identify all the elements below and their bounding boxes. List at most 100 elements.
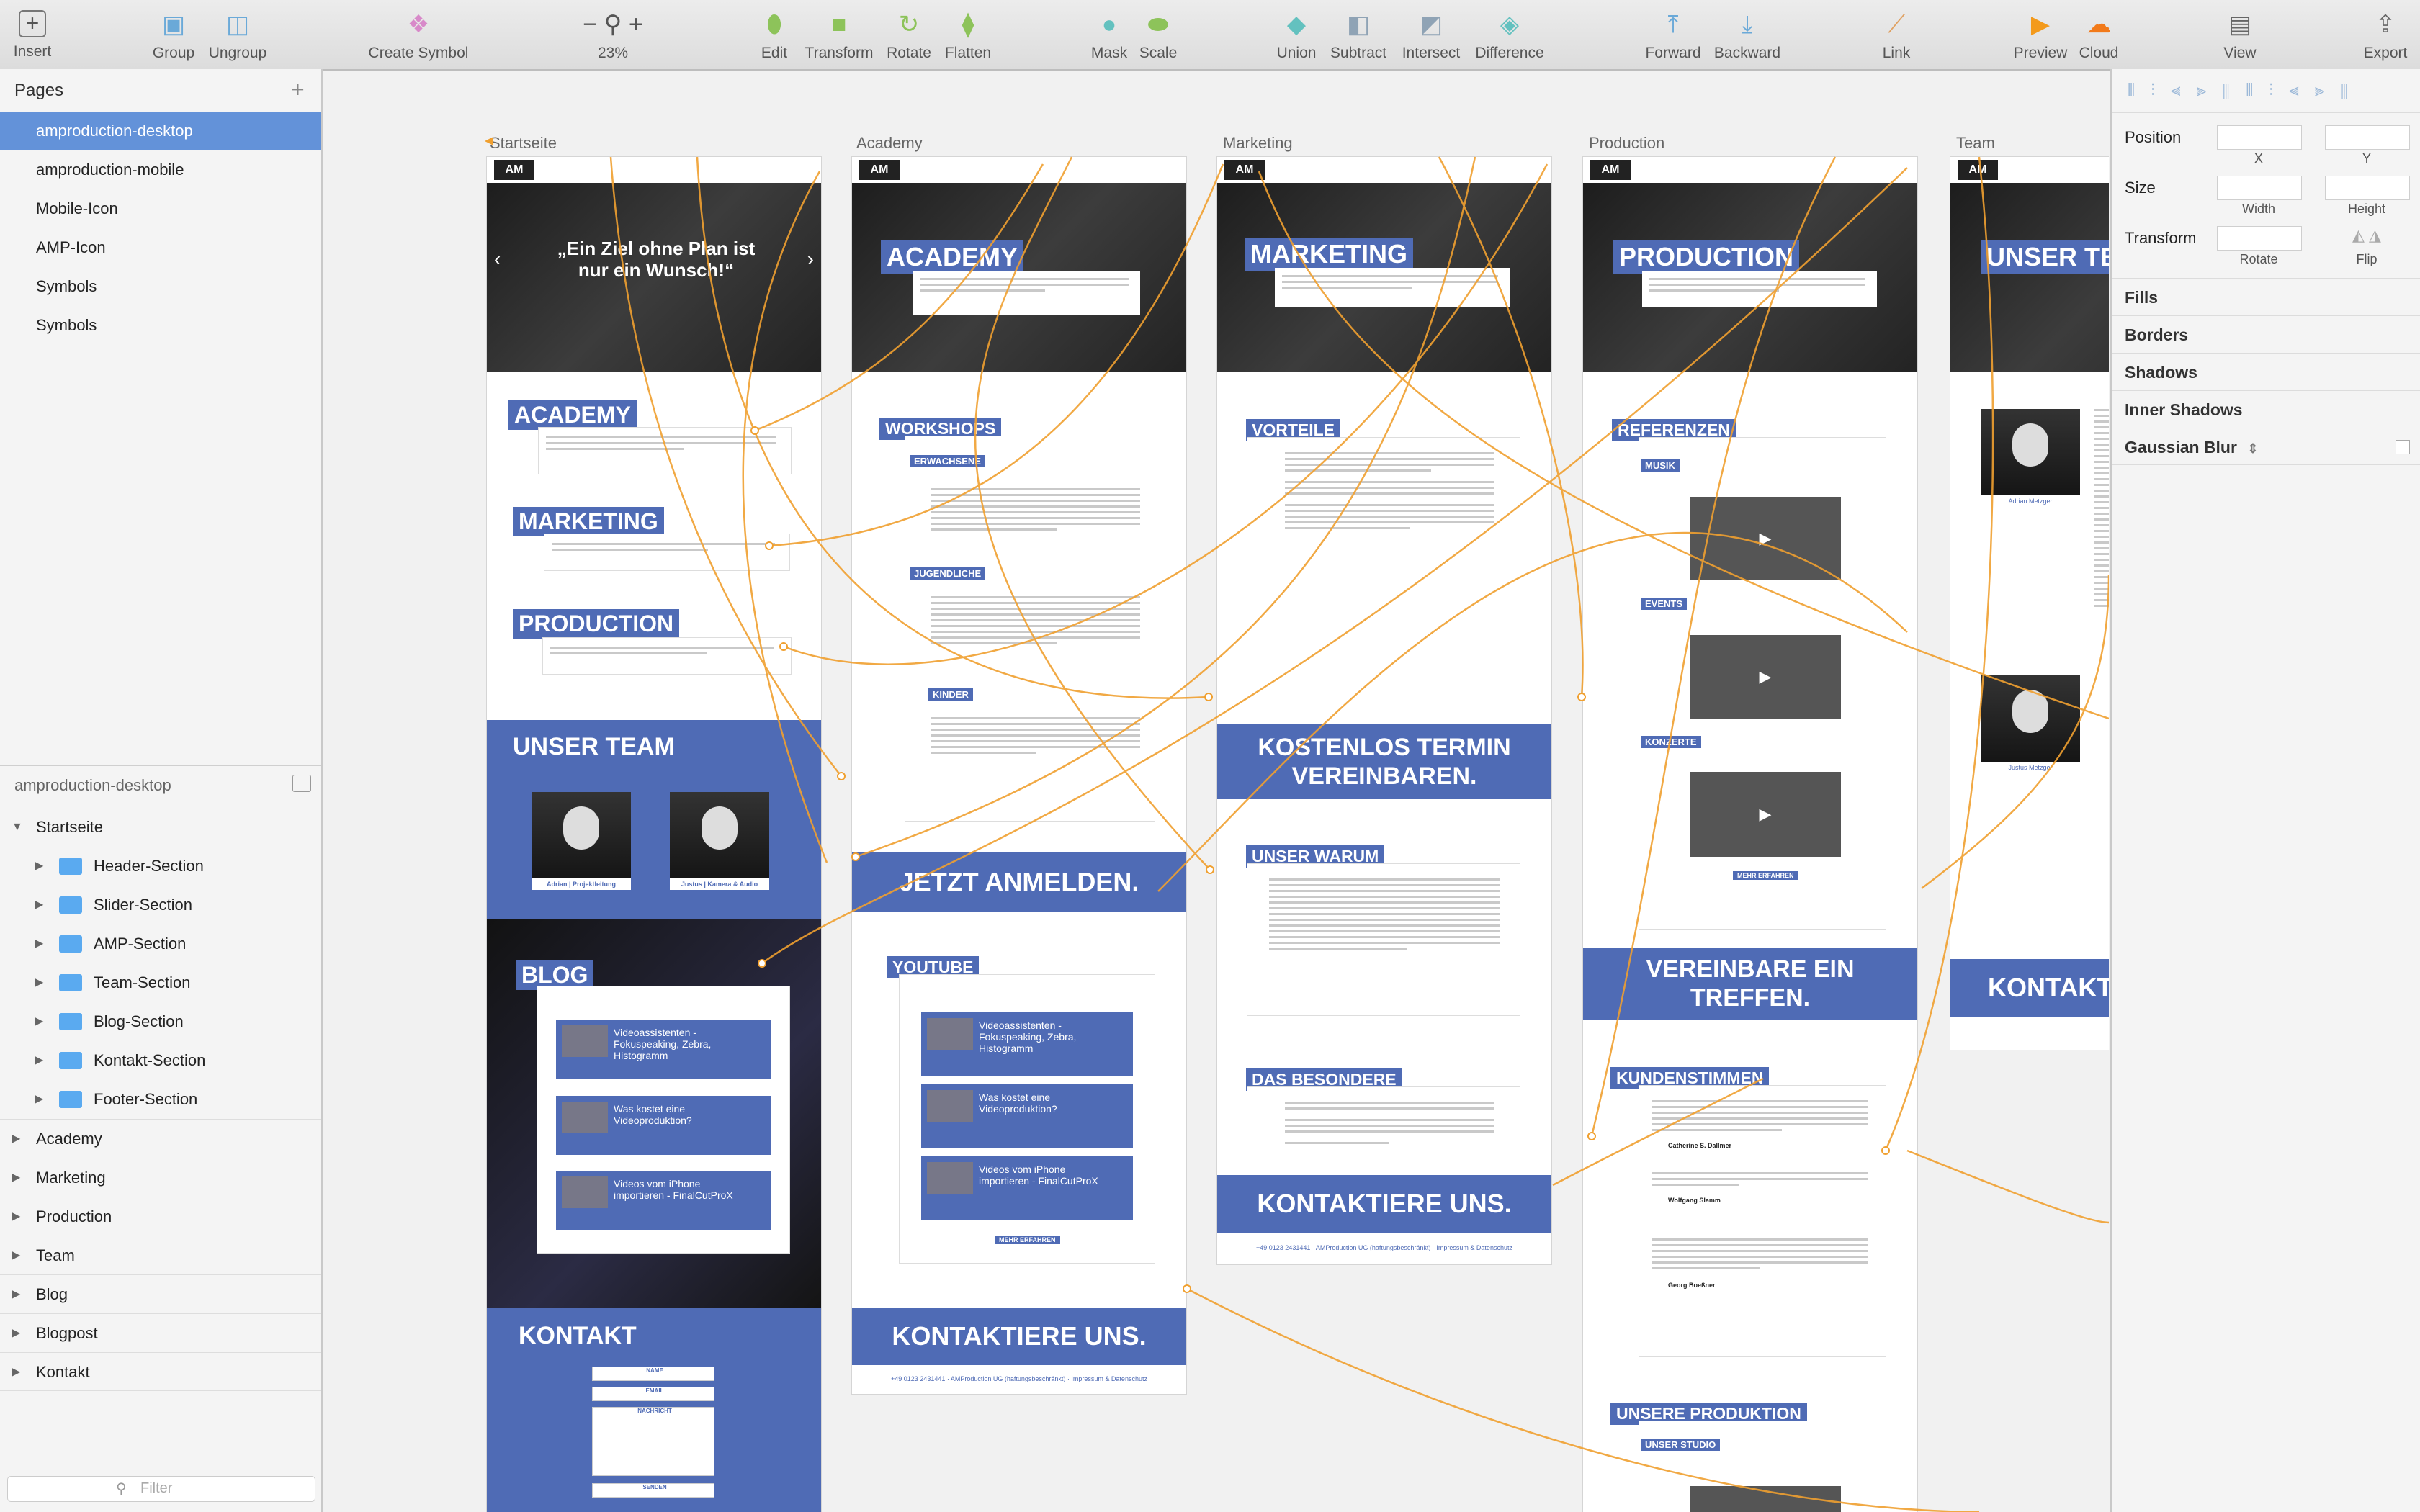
flatten-button[interactable]: ⧫ Flatten bbox=[914, 10, 1022, 62]
alignment-bar: ⫴⫶⫷⫸⫵⫴⫶⫷⫸⫵ bbox=[2112, 69, 2420, 113]
pages-header: Pages bbox=[14, 81, 64, 100]
divider bbox=[0, 765, 321, 766]
disclosure-closed-icon: ▶ bbox=[35, 937, 44, 950]
shadows-section[interactable]: Shadows bbox=[2112, 353, 2420, 390]
zoom-control[interactable]: − ⚲ +23% bbox=[559, 10, 667, 62]
flatten-icon: ⧫ bbox=[962, 11, 974, 38]
fills-section[interactable]: Fills bbox=[2112, 278, 2420, 315]
gaussian-blur-section[interactable]: Gaussian Blur ⇕ bbox=[2112, 428, 2420, 465]
disclosure-closed-icon: ▶ bbox=[12, 1133, 21, 1145]
folder-icon bbox=[59, 1091, 82, 1108]
layer-artboard-startseite[interactable]: ▼ Startseite bbox=[0, 808, 321, 847]
width-input[interactable] bbox=[2217, 176, 2302, 200]
create-symbol-button[interactable]: ❖ Create Symbol bbox=[364, 10, 472, 62]
symbol-icon: ❖ bbox=[407, 11, 430, 38]
window-icon: ▤ bbox=[2228, 11, 2252, 38]
folder-icon bbox=[59, 896, 82, 914]
export-icon: ⇪ bbox=[2375, 11, 2396, 38]
disclosure-closed-icon: ▶ bbox=[12, 1327, 21, 1339]
align-icons[interactable]: ⫴⫶⫷⫸⫵⫴⫶⫷⫸⫵ bbox=[2128, 81, 2364, 101]
rotate-input[interactable] bbox=[2217, 226, 2302, 251]
subtract-icon: ◧ bbox=[1346, 11, 1371, 38]
layer-artboard[interactable]: ▶ Blog bbox=[0, 1274, 321, 1313]
intersect-icon: ◩ bbox=[1419, 11, 1443, 38]
insert-button[interactable]: + Insert bbox=[0, 10, 86, 60]
disclosure-closed-icon: ▶ bbox=[35, 1093, 44, 1105]
disclosure-closed-icon: ▶ bbox=[12, 1210, 21, 1223]
backward-button[interactable]: ⤓ Backward bbox=[1693, 10, 1801, 62]
layer-artboard[interactable]: ▶ Team bbox=[0, 1236, 321, 1274]
disclosure-closed-icon: ▶ bbox=[12, 1171, 21, 1184]
layer-group[interactable]: ▶ Team-Section bbox=[0, 963, 321, 1002]
magnifier-icon: − ⚲ + bbox=[583, 11, 643, 38]
search-icon: ⚲ bbox=[116, 1481, 127, 1497]
disclosure-closed-icon: ▶ bbox=[35, 860, 44, 872]
filter-field[interactable]: ⚲ Filter bbox=[7, 1476, 315, 1502]
flip-icons[interactable]: ◭ ◮ bbox=[2325, 226, 2408, 249]
disclosure-closed-icon: ▶ bbox=[12, 1366, 21, 1378]
layer-group[interactable]: ▶ AMP-Section bbox=[0, 924, 321, 963]
collapse-icon[interactable] bbox=[292, 775, 311, 792]
page-item[interactable]: Symbols bbox=[0, 307, 321, 344]
page-item[interactable]: amproduction-desktop bbox=[0, 112, 321, 150]
folder-icon bbox=[59, 974, 82, 991]
folder-icon bbox=[59, 1052, 82, 1069]
layer-group[interactable]: ▶ Footer-Section bbox=[0, 1080, 321, 1119]
disclosure-closed-icon: ▶ bbox=[12, 1288, 21, 1300]
page-item[interactable]: Symbols bbox=[0, 268, 321, 305]
link-icon: ⟋ bbox=[1888, 11, 1905, 38]
inspector-panel: ⫴⫶⫷⫸⫵⫴⫶⫷⫸⫵ Position X Y Size Width Heigh… bbox=[2110, 69, 2420, 1512]
x-input[interactable] bbox=[2217, 125, 2302, 150]
disclosure-closed-icon: ▶ bbox=[35, 899, 44, 911]
disclosure-closed-icon: ▶ bbox=[12, 1249, 21, 1261]
disclosure-closed-icon: ▶ bbox=[35, 1054, 44, 1066]
blur-checkbox[interactable] bbox=[2396, 440, 2410, 454]
stepper-icon[interactable]: ⇕ bbox=[2247, 441, 2258, 456]
layer-group[interactable]: ▶ Header-Section bbox=[0, 847, 321, 886]
scale-button[interactable]: ⬬ Scale bbox=[1104, 10, 1212, 62]
cloud-button[interactable]: ☁ Cloud bbox=[2045, 10, 2153, 62]
page-item[interactable]: Mobile-Icon bbox=[0, 190, 321, 228]
layers-header: amproduction-desktop bbox=[14, 776, 171, 794]
y-input[interactable] bbox=[2325, 125, 2410, 150]
page-item[interactable]: amproduction-mobile bbox=[0, 151, 321, 189]
plus-icon: + bbox=[19, 10, 46, 37]
cloud-icon: ☁ bbox=[2087, 11, 2111, 38]
disclosure-open-icon: ▼ bbox=[12, 821, 23, 833]
ungroup-icon: ◫ bbox=[225, 11, 250, 38]
toolbar: + Insert ▣ Group ◫ Ungroup ❖ Create Symbol −… bbox=[0, 0, 2420, 71]
difference-icon: ◈ bbox=[1500, 11, 1520, 38]
layer-artboard[interactable]: ▶ Kontakt bbox=[0, 1352, 321, 1391]
layer-group[interactable]: ▶ Slider-Section bbox=[0, 886, 321, 924]
disclosure-closed-icon: ▶ bbox=[35, 976, 44, 989]
page-item[interactable]: AMP-Icon bbox=[0, 229, 321, 266]
layer-group[interactable]: ▶ Blog-Section bbox=[0, 1002, 321, 1041]
left-panel: Pages + amproduction-desktop amproductio… bbox=[0, 69, 323, 1512]
layer-group[interactable]: ▶ Kontakt-Section bbox=[0, 1041, 321, 1080]
borders-section[interactable]: Borders bbox=[2112, 315, 2420, 353]
folder-icon bbox=[59, 1013, 82, 1030]
view-button[interactable]: ▤ View bbox=[2186, 10, 2294, 62]
transform-icon: ■ bbox=[831, 11, 847, 38]
ungroup-button[interactable]: ◫ Ungroup bbox=[184, 10, 292, 62]
canvas[interactable]: Startseite Academy Marketing Production … bbox=[323, 71, 2109, 1512]
disclosure-closed-icon: ▶ bbox=[35, 1015, 44, 1027]
layer-artboard[interactable]: ▶ Production bbox=[0, 1197, 321, 1236]
export-button[interactable]: ⇪ Export bbox=[2331, 10, 2420, 62]
size-label: Size bbox=[2125, 179, 2156, 197]
difference-button[interactable]: ◈ Difference bbox=[1456, 10, 1564, 62]
forward-icon: ⤒ bbox=[1667, 11, 1679, 38]
folder-icon bbox=[59, 858, 82, 875]
layer-artboard[interactable]: ▶ Blogpost bbox=[0, 1313, 321, 1352]
layer-artboard[interactable]: ▶ Marketing bbox=[0, 1158, 321, 1197]
add-page-icon[interactable]: + bbox=[291, 76, 305, 103]
link-button[interactable]: ⟋ Link bbox=[1842, 10, 1950, 62]
backward-icon: ⤓ bbox=[1742, 11, 1753, 38]
layer-artboard[interactable]: ▶ Academy bbox=[0, 1119, 321, 1158]
folder-icon bbox=[59, 935, 82, 953]
position-label: Position bbox=[2125, 128, 2182, 146]
transform-label: Transform bbox=[2125, 229, 2197, 247]
height-input[interactable] bbox=[2325, 176, 2410, 200]
inner-shadows-section[interactable]: Inner Shadows bbox=[2112, 390, 2420, 428]
scale-icon: ⬬ bbox=[1147, 11, 1169, 38]
